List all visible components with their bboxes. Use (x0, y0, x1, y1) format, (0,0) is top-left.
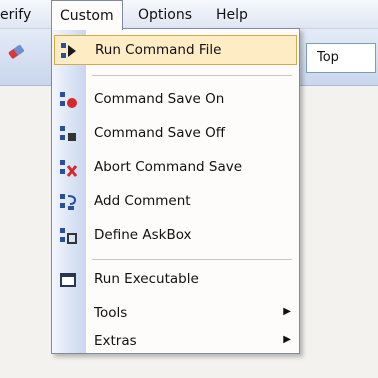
command-save-off-icon (58, 124, 78, 144)
menu-verify[interactable]: erify (0, 0, 39, 28)
menu-item-command-save-off[interactable]: Command Save Off (54, 119, 297, 149)
menu-item-run-command-file[interactable]: Run Command File (54, 35, 297, 65)
menu-help[interactable]: Help (208, 0, 256, 28)
menu-separator (92, 259, 292, 260)
menu-bar: erify Custom Options Help (0, 0, 378, 30)
menu-item-label: Command Save On (94, 91, 225, 107)
menu-item-tools[interactable]: Tools ▶ (54, 299, 297, 329)
menu-item-label: Define AskBox (94, 227, 192, 243)
menu-options[interactable]: Options (130, 0, 200, 28)
menu-item-command-save-on[interactable]: Command Save On (54, 85, 297, 115)
menu-separator (92, 75, 292, 76)
abort-command-save-icon (58, 158, 78, 178)
menu-item-abort-command-save[interactable]: Abort Command Save (54, 153, 297, 183)
view-combo[interactable]: Top (306, 43, 376, 73)
define-askbox-icon (58, 226, 78, 246)
command-save-on-icon (58, 90, 78, 110)
submenu-arrow-icon: ▶ (283, 306, 291, 317)
submenu-arrow-icon: ▶ (283, 334, 291, 345)
menu-item-label: Abort Command Save (94, 159, 243, 175)
menu-custom[interactable]: Custom (51, 0, 123, 30)
menu-item-extras[interactable]: Extras ▶ (54, 327, 297, 357)
menu-item-label: Add Comment (94, 193, 191, 209)
menu-item-define-askbox[interactable]: Define AskBox (54, 221, 297, 251)
menu-item-run-executable[interactable]: Run Executable (54, 265, 297, 295)
add-comment-icon (58, 192, 78, 212)
view-combo-value: Top (317, 50, 339, 65)
menu-item-label: Tools (94, 305, 128, 321)
menu-item-label: Extras (94, 333, 137, 349)
eraser-icon[interactable] (6, 41, 28, 63)
menu-item-add-comment[interactable]: Add Comment (54, 187, 297, 217)
custom-menu: Run Command File Command Save On Command… (51, 28, 300, 354)
menu-item-label: Run Executable (94, 271, 199, 287)
menu-item-label: Run Command File (95, 42, 222, 58)
menu-item-label: Command Save Off (94, 125, 226, 141)
run-command-file-icon (59, 41, 79, 61)
run-executable-icon (58, 270, 78, 290)
